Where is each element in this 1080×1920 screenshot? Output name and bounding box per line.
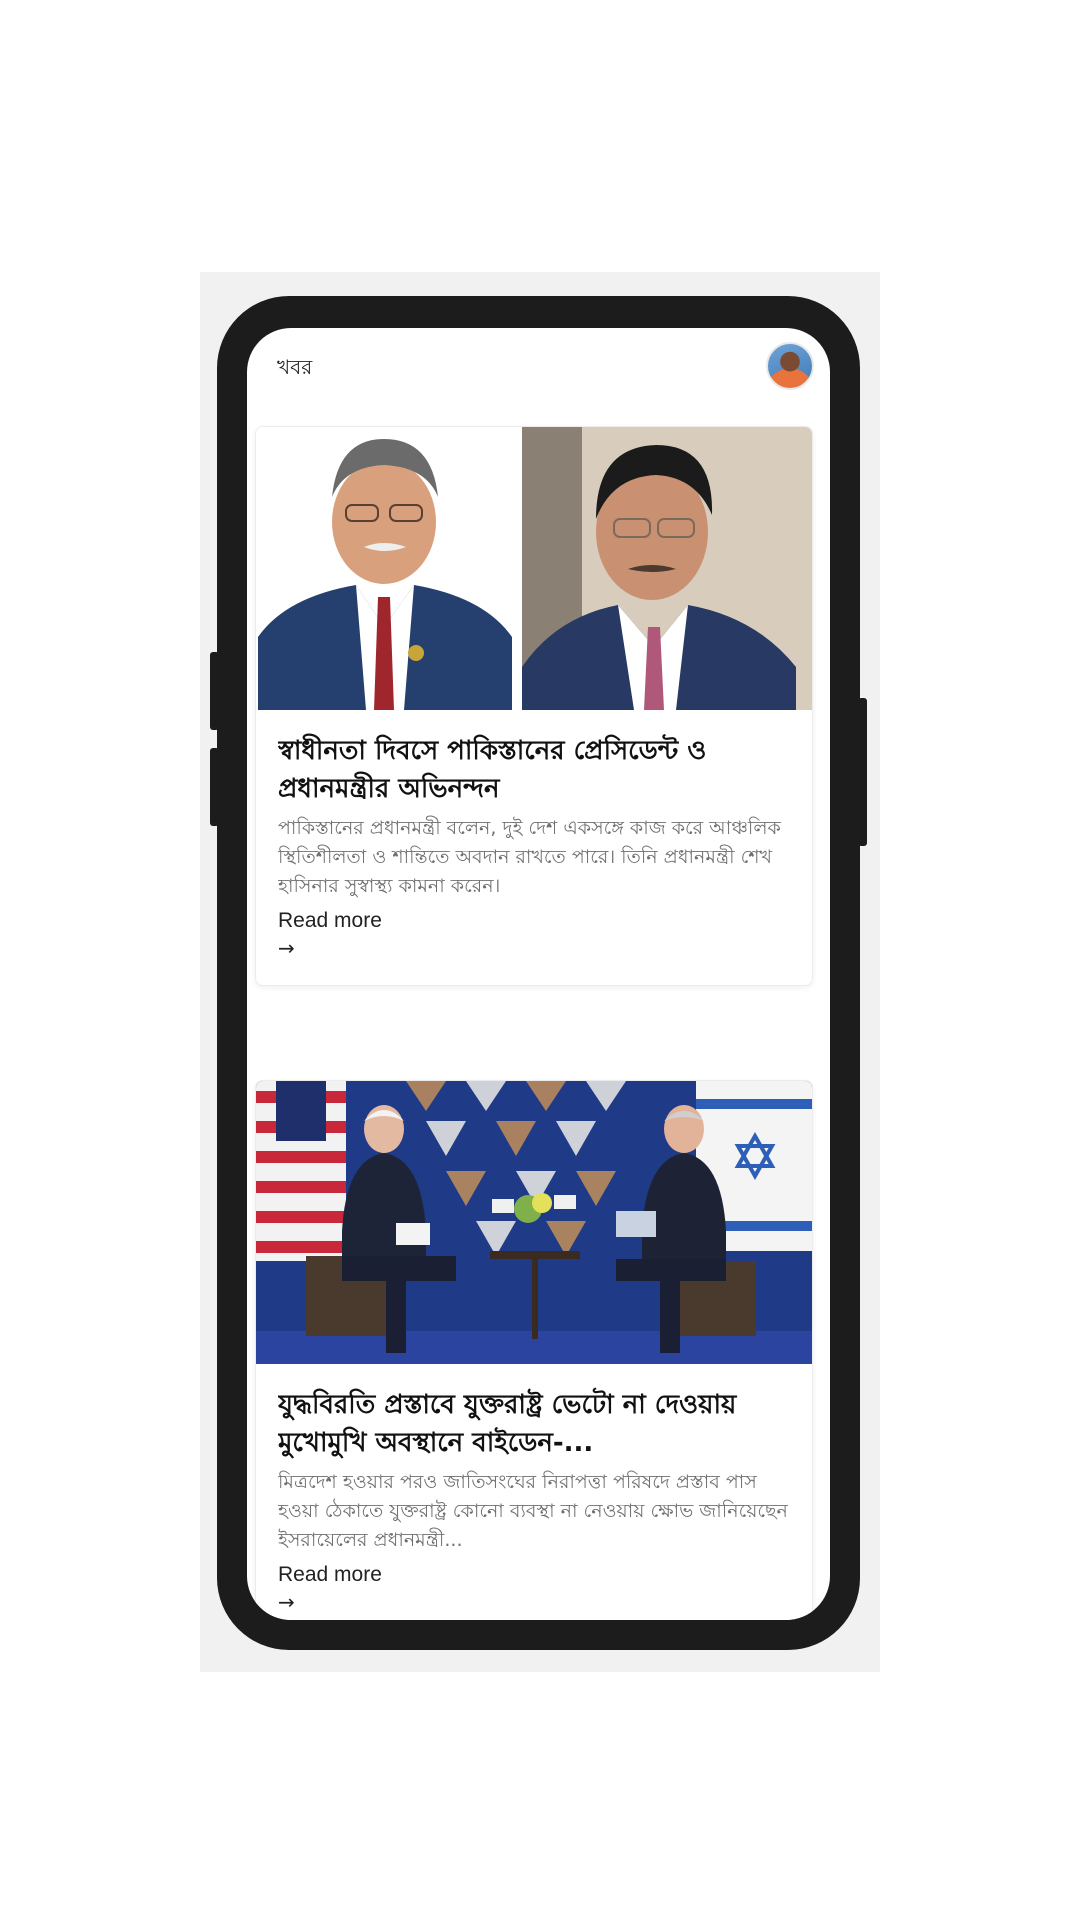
article-summary: পাকিস্তানের প্রধানমন্ত্রী বলেন, দুই দেশ …	[278, 817, 781, 897]
news-card[interactable]: যুদ্ধবিরতি প্রস্তাবে যুক্তরাষ্ট্র ভেটো ন…	[255, 1080, 813, 1620]
card-body: স্বাধীনতা দিবসে পাকিস্তানের প্রেসিডেন্ট …	[256, 710, 812, 961]
power-button	[858, 698, 867, 846]
article-image	[256, 427, 812, 710]
article-title[interactable]: যুদ্ধবিরতি প্রস্তাবে যুক্তরাষ্ট্র ভেটো ন…	[278, 1386, 790, 1462]
read-more-link[interactable]: Read more	[278, 907, 790, 935]
arrow-right-icon[interactable]: →	[278, 1589, 790, 1615]
user-avatar[interactable]	[766, 342, 814, 390]
volume-down-button	[210, 748, 219, 826]
app-screen: খবর স্বাধীনতা দিবসে পাকিস্তানের প্রেসিডে…	[247, 328, 830, 1620]
app-title: খবর	[277, 355, 313, 379]
article-summary: মিত্রদেশ হওয়ার পরও জাতিসংঘের নিরাপত্তা …	[278, 1471, 788, 1551]
top-app-bar: খবর	[247, 328, 830, 406]
volume-up-button	[210, 652, 219, 730]
read-more-link[interactable]: Read more	[278, 1561, 790, 1589]
article-image	[256, 1081, 812, 1364]
card-body: যুদ্ধবিরতি প্রস্তাবে যুক্তরাষ্ট্র ভেটো ন…	[256, 1364, 812, 1615]
news-card[interactable]: স্বাধীনতা দিবসে পাকিস্তানের প্রেসিডেন্ট …	[255, 426, 813, 986]
article-title[interactable]: স্বাধীনতা দিবসে পাকিস্তানের প্রেসিডেন্ট …	[278, 732, 790, 808]
arrow-right-icon[interactable]: →	[278, 935, 790, 961]
